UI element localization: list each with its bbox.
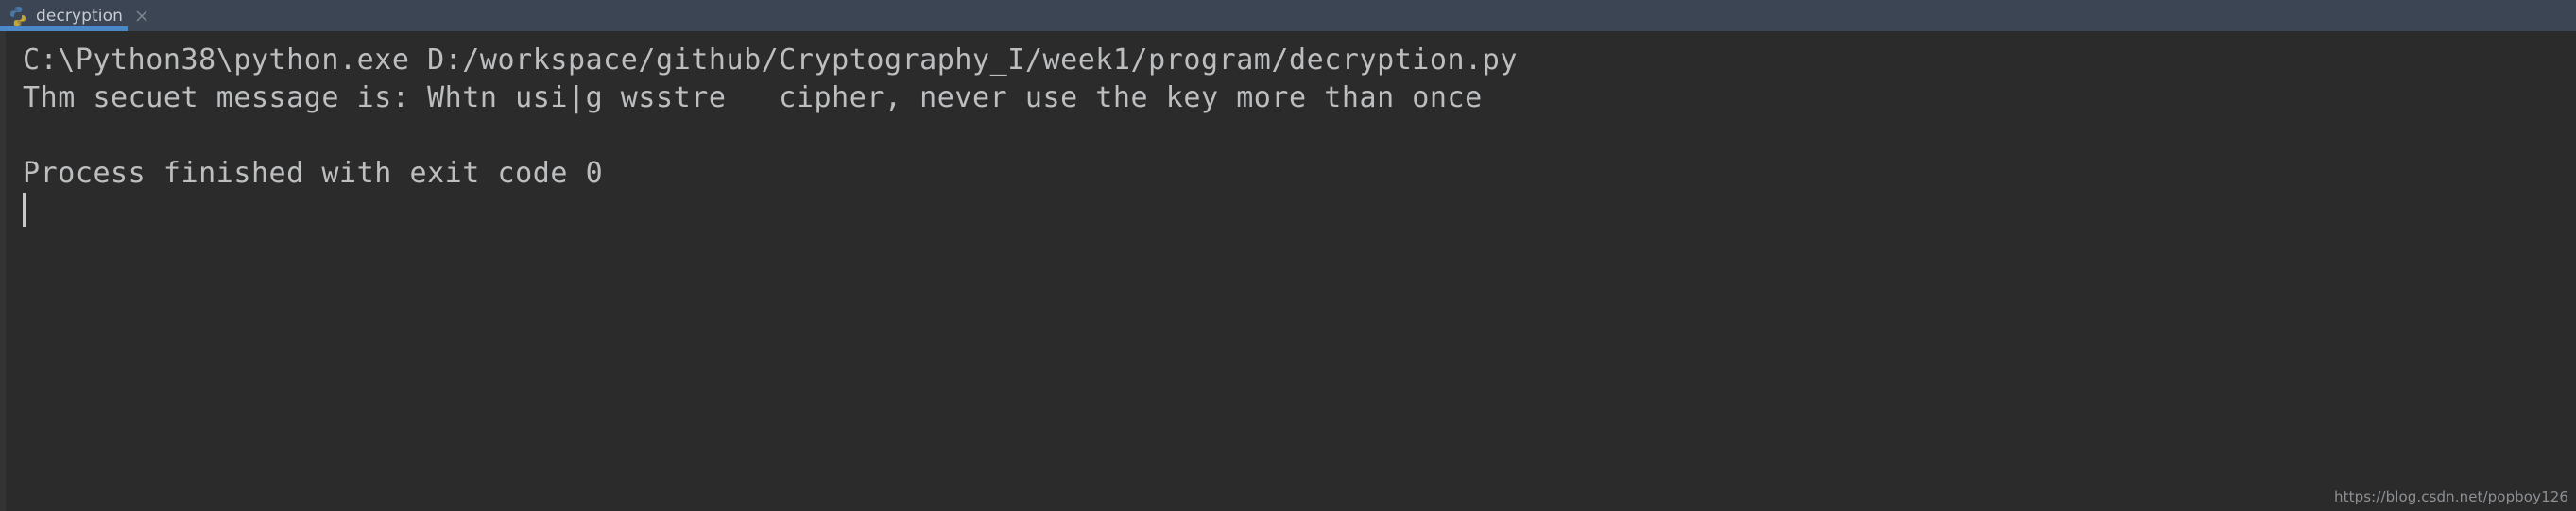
tab-label: decryption — [36, 6, 124, 26]
console-line-exit-status: Process finished with exit code 0 — [23, 157, 604, 190]
close-icon[interactable] — [134, 9, 149, 24]
console-line-command: C:\Python38\python.exe D:/workspace/gith… — [23, 43, 1518, 77]
console-line-output: Thm secuet message is: Whtn usi|g wsstre… — [23, 81, 1483, 114]
console-lines: C:\Python38\python.exe D:/workspace/gith… — [23, 42, 2576, 193]
console-gutter — [0, 31, 7, 511]
console-output-area[interactable]: C:\Python38\python.exe D:/workspace/gith… — [0, 31, 2576, 511]
pycharm-run-console-window: decryption C:\Python38\python.exe D:/wor… — [0, 0, 2576, 511]
watermark-url: https://blog.csdn.net/popboy126 — [2334, 488, 2568, 505]
tab-decryption[interactable]: decryption — [0, 0, 159, 31]
python-file-icon — [10, 6, 26, 26]
run-tool-window-tabbar: decryption — [0, 0, 2576, 31]
text-caret — [23, 193, 26, 227]
